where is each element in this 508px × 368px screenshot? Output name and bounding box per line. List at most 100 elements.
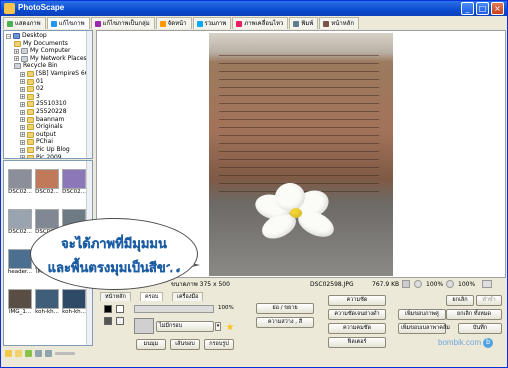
pct-label: 100%	[218, 305, 234, 311]
fullscreen-icon[interactable]	[482, 280, 492, 288]
undo-button[interactable]: ยกเลิก	[446, 295, 474, 306]
frame-select[interactable]: ไม่มีกรอบ ▾	[156, 321, 221, 332]
sharpen-button[interactable]: ความคมชัด	[328, 323, 386, 334]
tab-7[interactable]: หน้าหลัก	[319, 17, 359, 29]
color-light-swatch[interactable]	[116, 317, 124, 325]
undo-all-button[interactable]: ยกเลิก ทั้งหมด	[446, 309, 502, 320]
tab-home[interactable]: หน้าหลัก	[100, 292, 131, 301]
expand-icon[interactable]: +	[14, 48, 19, 54]
tab-icon	[196, 20, 203, 27]
title-bar[interactable]: PhotoScape _ □ ×	[1, 1, 507, 16]
refresh-icon[interactable]	[25, 349, 32, 357]
thumbnail-label: IMG_1...	[8, 309, 32, 315]
app-icon	[4, 3, 15, 14]
maximize-button[interactable]: □	[476, 2, 489, 15]
brick-course	[219, 95, 379, 102]
tree-scrollbar[interactable]	[86, 31, 92, 158]
round-slider[interactable]	[134, 305, 214, 313]
brick-course	[219, 151, 379, 158]
brick-course	[219, 71, 379, 78]
close-button[interactable]: ×	[491, 2, 504, 15]
thumbnail[interactable]: koh-kh...	[34, 289, 60, 319]
expand-icon[interactable]: +	[20, 147, 25, 153]
browser-toolbar	[3, 347, 93, 359]
folder-icon	[21, 48, 28, 55]
chevron-down-icon: ▾	[215, 322, 221, 331]
resize-dropdown[interactable]: ย่อ / ขยาย	[256, 303, 314, 314]
thumbnail[interactable]: DSC02...	[7, 209, 33, 239]
expand-icon[interactable]: +	[20, 124, 25, 130]
zoom-in-icon[interactable]	[446, 280, 454, 288]
tree-item[interactable]: + Pic 2009	[20, 153, 62, 159]
tab-label: ภาพเคลื่อนไหว	[244, 20, 284, 27]
zoom-100-button[interactable]: 100%	[458, 279, 475, 290]
tab-tools[interactable]: เครื่องมือ	[172, 292, 204, 301]
thumbnail[interactable]: koh-kh...	[61, 289, 87, 319]
tree-item-label: Pic 2009	[36, 153, 62, 159]
thumbnail[interactable]: DSC02...	[61, 169, 87, 199]
tab-1[interactable]: แก้ไขภาพ	[46, 17, 90, 29]
expand-icon[interactable]: +	[20, 94, 25, 100]
folder-icon[interactable]	[15, 349, 22, 357]
margin-button[interactable]: เส้นขอบ	[170, 339, 200, 350]
brightness-dropdown[interactable]: ความสว่าง , สี	[256, 317, 314, 328]
tab-5[interactable]: ภาพเคลื่อนไหว	[232, 17, 289, 29]
thumbnail-image	[62, 169, 86, 189]
window-title: PhotoScape	[18, 3, 65, 12]
redo-button[interactable]: ทำซ้ำ	[476, 295, 502, 306]
color-white-swatch[interactable]	[116, 305, 124, 313]
frame-button[interactable]: กรอบรูป	[204, 339, 234, 350]
tab-6[interactable]: พิมพ์	[289, 17, 319, 29]
round-corner-button[interactable]: มนมุม	[136, 339, 166, 350]
tab-4[interactable]: รวมภาพ	[192, 17, 232, 29]
thumb-size-slider[interactable]	[55, 351, 75, 355]
expand-icon[interactable]: +	[20, 86, 25, 92]
tree-item-label: [SB] VampireS 66C	[36, 70, 93, 77]
tab-crop[interactable]: ครอบ	[140, 292, 164, 301]
color-gray-swatch[interactable]	[104, 317, 112, 325]
thumbnail-label: header...	[7, 269, 33, 275]
expand-icon[interactable]: +	[20, 155, 25, 158]
zoom-out-icon[interactable]	[414, 280, 422, 288]
color-black-swatch[interactable]	[104, 305, 112, 313]
thumbnail[interactable]: IMG_1...	[7, 289, 33, 319]
tab-2[interactable]: แก้ไขภาพเป็นกลุ่ม	[90, 17, 155, 29]
expand-icon[interactable]: −	[6, 33, 11, 39]
brick-course	[219, 63, 379, 70]
brick-course	[219, 103, 379, 110]
save-button[interactable]: บันทึก	[458, 323, 502, 334]
effect-dropdown-1[interactable]: เพิ่มขอบภาพคู่	[398, 309, 446, 320]
folder-icon	[27, 124, 34, 131]
brick-course	[219, 175, 379, 182]
folder-icon	[27, 139, 34, 146]
favorite-star-icon[interactable]	[226, 323, 234, 331]
expand-icon[interactable]: +	[20, 101, 25, 107]
expand-icon[interactable]: +	[20, 79, 25, 85]
thumbnail-label: koh-kh...	[35, 309, 59, 315]
tab-icon	[94, 20, 101, 27]
fit-icon[interactable]	[402, 280, 410, 288]
expand-icon[interactable]: +	[20, 132, 25, 138]
brick-course	[219, 135, 379, 142]
back-icon[interactable]	[35, 349, 42, 357]
minimize-button[interactable]: _	[461, 2, 474, 15]
auto-level-button[interactable]: ความชัด	[328, 295, 386, 306]
brick-course	[219, 111, 379, 118]
effect-dropdown-2[interactable]: เพิ่มขอบเบลาพาคล์ม	[398, 323, 450, 334]
expand-icon[interactable]: +	[20, 139, 25, 145]
backlight-button[interactable]: ความชัดเจนย่างดำ	[328, 309, 386, 320]
thumbnail[interactable]: DSC02...	[34, 169, 60, 199]
expand-icon[interactable]: +	[14, 56, 19, 62]
star-icon[interactable]	[5, 349, 12, 357]
thumbnail[interactable]: DSC02...	[7, 169, 33, 199]
tab-3[interactable]: จัดหน้า	[155, 17, 192, 29]
watermark-logo-icon: b	[483, 338, 494, 348]
expand-icon[interactable]: +	[20, 109, 25, 115]
filter-button[interactable]: ฟิลเตอร์	[328, 337, 386, 348]
expand-icon[interactable]: +	[20, 71, 25, 77]
tab-0[interactable]: แสดงภาพ	[3, 17, 46, 29]
filesize-label: 767.9 KB	[372, 281, 400, 288]
forward-icon[interactable]	[45, 349, 52, 357]
filename-label: DSC02598.JPG	[310, 281, 354, 288]
expand-icon[interactable]: +	[20, 117, 25, 123]
